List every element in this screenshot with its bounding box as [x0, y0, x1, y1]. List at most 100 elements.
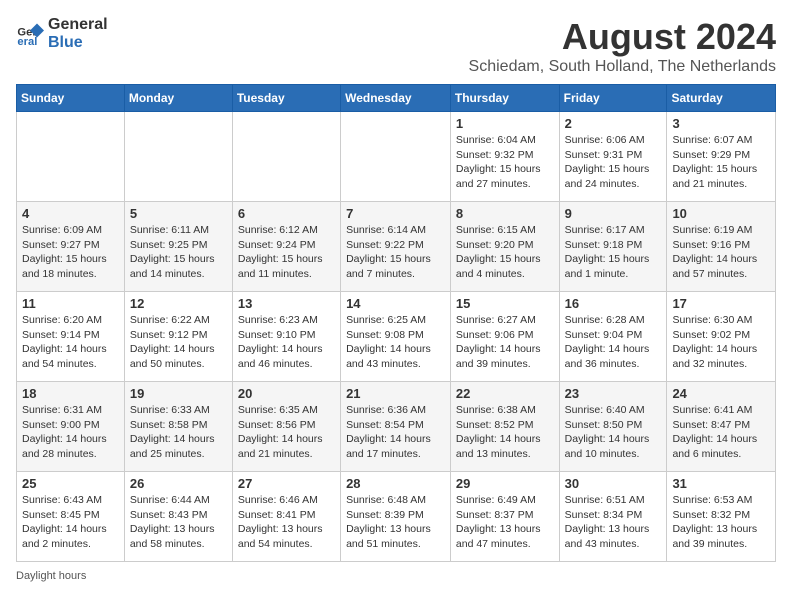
- day-info: Sunrise: 6:23 AM Sunset: 9:10 PM Dayligh…: [238, 313, 335, 372]
- calendar-cell: 19 Sunrise: 6:33 AM Sunset: 8:58 PM Dayli…: [124, 382, 232, 472]
- calendar-cell: 24 Sunrise: 6:41 AM Sunset: 8:47 PM Dayli…: [667, 382, 776, 472]
- calendar-cell: 4 Sunrise: 6:09 AM Sunset: 9:27 PM Daylig…: [17, 202, 125, 292]
- day-number: 20: [238, 386, 335, 401]
- day-info: Sunrise: 6:48 AM Sunset: 8:39 PM Dayligh…: [346, 493, 445, 552]
- calendar-cell: 6Sunrise: 6:12 AM Sunset: 9:24 PM Daylig…: [232, 202, 340, 292]
- day-info: Sunrise: 6:33 AM Sunset: 8:58 PM Dayligh…: [130, 403, 227, 462]
- calendar-cell: 31 Sunrise: 6:53 AM Sunset: 8:32 PM Dayli…: [667, 472, 776, 562]
- day-info: Sunrise: 6:22 AM Sunset: 9:12 PM Dayligh…: [130, 313, 227, 372]
- day-number: 7: [346, 206, 445, 221]
- day-info: Sunrise: 6:09 AM Sunset: 9:27 PM Dayligh…: [22, 223, 119, 282]
- calendar-cell: 18Sunrise: 6:31 AM Sunset: 9:00 PM Dayli…: [17, 382, 125, 472]
- day-number: 21: [346, 386, 445, 401]
- calendar-cell: 17Sunrise: 6:30 AM Sunset: 9:02 PM Dayli…: [667, 292, 776, 382]
- logo-icon: Gen eral: [16, 20, 44, 48]
- calendar-cell: 12 Sunrise: 6:22 AM Sunset: 9:12 PM Dayli…: [124, 292, 232, 382]
- footer-text: Daylight hours: [16, 570, 86, 582]
- day-number: 26: [130, 476, 227, 491]
- calendar-header-row: SundayMondayTuesdayWednesdayThursdayFrid…: [17, 85, 776, 112]
- calendar-cell: 23 Sunrise: 6:40 AM Sunset: 8:50 PM Dayli…: [559, 382, 667, 472]
- day-info: Sunrise: 6:06 AM Sunset: 9:31 PM Dayligh…: [565, 133, 662, 192]
- day-info: Sunrise: 6:27 AM Sunset: 9:06 PM Dayligh…: [456, 313, 554, 372]
- calendar-cell: 14Sunrise: 6:25 AM Sunset: 9:08 PM Dayli…: [341, 292, 451, 382]
- day-number: 16: [565, 296, 662, 311]
- logo-general: General: [48, 16, 108, 34]
- calendar-cell: 13 Sunrise: 6:23 AM Sunset: 9:10 PM Dayli…: [232, 292, 340, 382]
- day-info: Sunrise: 6:14 AM Sunset: 9:22 PM Dayligh…: [346, 223, 445, 282]
- main-title: August 2024: [469, 16, 776, 58]
- calendar-cell: [17, 112, 125, 202]
- logo: Gen eral General Blue: [16, 16, 108, 51]
- day-info: Sunrise: 6:41 AM Sunset: 8:47 PM Dayligh…: [672, 403, 770, 462]
- day-number: 29: [456, 476, 554, 491]
- column-header-friday: Friday: [559, 85, 667, 112]
- day-info: Sunrise: 6:19 AM Sunset: 9:16 PM Dayligh…: [672, 223, 770, 282]
- svg-text:eral: eral: [17, 36, 37, 48]
- day-info: Sunrise: 6:38 AM Sunset: 8:52 PM Dayligh…: [456, 403, 554, 462]
- day-info: Sunrise: 6:17 AM Sunset: 9:18 PM Dayligh…: [565, 223, 662, 282]
- calendar-cell: 27Sunrise: 6:46 AM Sunset: 8:41 PM Dayli…: [232, 472, 340, 562]
- calendar-cell: 8Sunrise: 6:15 AM Sunset: 9:20 PM Daylig…: [450, 202, 559, 292]
- day-number: 23: [565, 386, 662, 401]
- day-number: 3: [672, 116, 770, 131]
- calendar-week-row: 1 Sunrise: 6:04 AM Sunset: 9:32 PM Daylig…: [17, 112, 776, 202]
- column-header-monday: Monday: [124, 85, 232, 112]
- day-info: Sunrise: 6:30 AM Sunset: 9:02 PM Dayligh…: [672, 313, 770, 372]
- column-header-tuesday: Tuesday: [232, 85, 340, 112]
- calendar-week-row: 18Sunrise: 6:31 AM Sunset: 9:00 PM Dayli…: [17, 382, 776, 472]
- day-info: Sunrise: 6:07 AM Sunset: 9:29 PM Dayligh…: [672, 133, 770, 192]
- calendar-cell: 30 Sunrise: 6:51 AM Sunset: 8:34 PM Dayli…: [559, 472, 667, 562]
- day-info: Sunrise: 6:40 AM Sunset: 8:50 PM Dayligh…: [565, 403, 662, 462]
- calendar-cell: 9 Sunrise: 6:17 AM Sunset: 9:18 PM Daylig…: [559, 202, 667, 292]
- day-number: 4: [22, 206, 119, 221]
- day-number: 9: [565, 206, 662, 221]
- day-info: Sunrise: 6:43 AM Sunset: 8:45 PM Dayligh…: [22, 493, 119, 552]
- day-number: 24: [672, 386, 770, 401]
- day-number: 13: [238, 296, 335, 311]
- day-info: Sunrise: 6:15 AM Sunset: 9:20 PM Dayligh…: [456, 223, 554, 282]
- calendar-cell: 7 Sunrise: 6:14 AM Sunset: 9:22 PM Daylig…: [341, 202, 451, 292]
- column-header-thursday: Thursday: [450, 85, 559, 112]
- day-number: 5: [130, 206, 227, 221]
- calendar-cell: 22Sunrise: 6:38 AM Sunset: 8:52 PM Dayli…: [450, 382, 559, 472]
- day-number: 19: [130, 386, 227, 401]
- column-header-wednesday: Wednesday: [341, 85, 451, 112]
- calendar-cell: 26Sunrise: 6:44 AM Sunset: 8:43 PM Dayli…: [124, 472, 232, 562]
- day-info: Sunrise: 6:04 AM Sunset: 9:32 PM Dayligh…: [456, 133, 554, 192]
- calendar-table: SundayMondayTuesdayWednesdayThursdayFrid…: [16, 84, 776, 562]
- calendar-cell: 10 Sunrise: 6:19 AM Sunset: 9:16 PM Dayli…: [667, 202, 776, 292]
- day-number: 10: [672, 206, 770, 221]
- day-number: 2: [565, 116, 662, 131]
- day-number: 30: [565, 476, 662, 491]
- day-info: Sunrise: 6:11 AM Sunset: 9:25 PM Dayligh…: [130, 223, 227, 282]
- column-header-saturday: Saturday: [667, 85, 776, 112]
- day-info: Sunrise: 6:35 AM Sunset: 8:56 PM Dayligh…: [238, 403, 335, 462]
- day-number: 12: [130, 296, 227, 311]
- day-info: Sunrise: 6:51 AM Sunset: 8:34 PM Dayligh…: [565, 493, 662, 552]
- logo-blue: Blue: [48, 34, 108, 52]
- calendar-week-row: 11 Sunrise: 6:20 AM Sunset: 9:14 PM Dayli…: [17, 292, 776, 382]
- calendar-cell: 3 Sunrise: 6:07 AM Sunset: 9:29 PM Daylig…: [667, 112, 776, 202]
- day-info: Sunrise: 6:46 AM Sunset: 8:41 PM Dayligh…: [238, 493, 335, 552]
- title-block: August 2024 Schiedam, South Holland, The…: [469, 16, 776, 76]
- day-number: 28: [346, 476, 445, 491]
- day-number: 15: [456, 296, 554, 311]
- day-info: Sunrise: 6:12 AM Sunset: 9:24 PM Dayligh…: [238, 223, 335, 282]
- day-info: Sunrise: 6:20 AM Sunset: 9:14 PM Dayligh…: [22, 313, 119, 372]
- day-number: 1: [456, 116, 554, 131]
- calendar-cell: 2 Sunrise: 6:06 AM Sunset: 9:31 PM Daylig…: [559, 112, 667, 202]
- day-info: Sunrise: 6:28 AM Sunset: 9:04 PM Dayligh…: [565, 313, 662, 372]
- calendar-cell: 15 Sunrise: 6:27 AM Sunset: 9:06 PM Dayli…: [450, 292, 559, 382]
- day-number: 18: [22, 386, 119, 401]
- day-info: Sunrise: 6:25 AM Sunset: 9:08 PM Dayligh…: [346, 313, 445, 372]
- calendar-cell: 25Sunrise: 6:43 AM Sunset: 8:45 PM Dayli…: [17, 472, 125, 562]
- calendar-cell: 20 Sunrise: 6:35 AM Sunset: 8:56 PM Dayli…: [232, 382, 340, 472]
- day-info: Sunrise: 6:53 AM Sunset: 8:32 PM Dayligh…: [672, 493, 770, 552]
- calendar-cell: 11 Sunrise: 6:20 AM Sunset: 9:14 PM Dayli…: [17, 292, 125, 382]
- page-header: Gen eral General Blue August 2024 Schied…: [16, 16, 776, 76]
- day-number: 31: [672, 476, 770, 491]
- day-number: 11: [22, 296, 119, 311]
- subtitle: Schiedam, South Holland, The Netherlands: [469, 58, 776, 76]
- column-header-sunday: Sunday: [17, 85, 125, 112]
- calendar-week-row: 25Sunrise: 6:43 AM Sunset: 8:45 PM Dayli…: [17, 472, 776, 562]
